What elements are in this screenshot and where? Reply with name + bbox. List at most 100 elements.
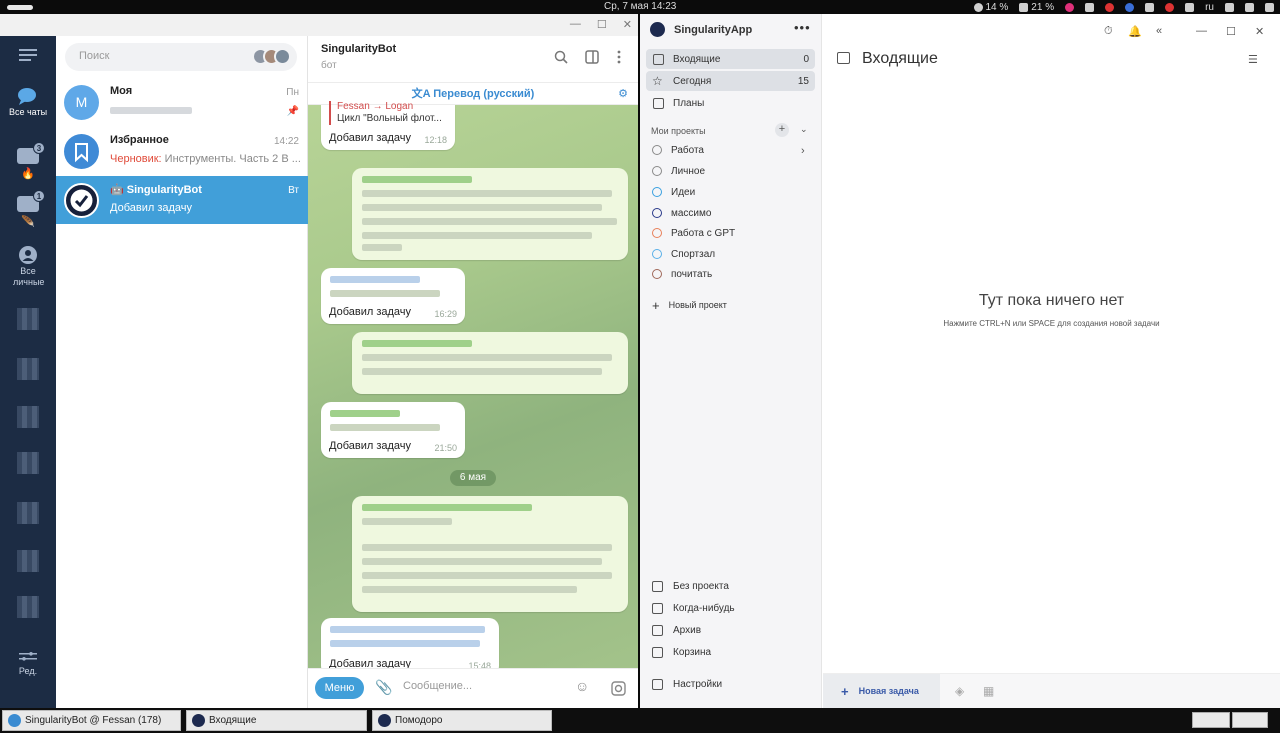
chevron-right-icon[interactable]: › [801, 145, 805, 157]
bot-menu-button[interactable]: Меню [315, 677, 364, 699]
folder-item-blurred[interactable] [17, 358, 39, 380]
workspace-switcher-2[interactable] [1232, 712, 1268, 728]
project-item[interactable]: массимо [652, 208, 711, 219]
chat-row-moya[interactable]: M Моя Пн 📌 [56, 78, 308, 126]
folder-item-blurred[interactable] [17, 550, 39, 572]
message-bubble[interactable]: Добавил задачу 16:29 [321, 268, 465, 324]
sliders-icon [19, 652, 37, 661]
project-item[interactable]: Работа с GPT [652, 228, 735, 239]
folder-item-blurred[interactable] [17, 308, 39, 330]
nav-inbox[interactable]: Входящие 0 [646, 49, 815, 69]
sidebar-toggle-icon[interactable] [585, 50, 599, 64]
taskbar-item-telegram[interactable]: SingularityBot @ Fessan (178) [2, 710, 181, 731]
message-bubble[interactable]: Fessan → Logan Цикл "Вольный флот... Доб… [321, 101, 455, 150]
main-menu-button[interactable] [0, 48, 56, 62]
workspace-indicator[interactable] [7, 4, 33, 10]
search-icon[interactable] [554, 50, 568, 64]
message-bubble-blurred[interactable] [352, 496, 628, 612]
folder-item-blurred[interactable] [17, 502, 39, 524]
system-top-bar: Ср, 7 мая 14:23 14 % 21 % ru [0, 0, 1280, 14]
calendar-icon[interactable]: ▦ [983, 684, 994, 698]
chat-name-text: SingularityBot [126, 184, 202, 196]
quote-author: Fessan → Logan [337, 101, 414, 112]
folder-item-1[interactable]: 3 🔥 [0, 142, 56, 180]
close-icon[interactable]: ✕ [623, 18, 632, 31]
battery-2[interactable]: 21 % [1019, 2, 1054, 13]
folder-item-blurred[interactable] [17, 452, 39, 474]
project-item[interactable]: Работа [652, 145, 704, 156]
volume-icon[interactable] [1245, 2, 1254, 12]
maximize-icon[interactable]: ☐ [597, 18, 607, 31]
bell-icon[interactable]: 🔔 [1128, 25, 1142, 38]
chat-row-singularitybot[interactable]: 🤖 SingularityBot Вт Добавил задачу [56, 176, 308, 224]
filter-icon[interactable]: ☰ [1248, 53, 1258, 66]
more-menu-icon[interactable]: ••• [794, 20, 811, 35]
taskbar-item-pomodoro[interactable]: Помодоро [372, 710, 552, 731]
folder-all-chats-label: Все чаты [8, 107, 48, 117]
maximize-icon[interactable]: ☐ [1226, 25, 1236, 38]
nav-today[interactable]: ☆ Сегодня 15 [646, 71, 815, 91]
nav-trash[interactable]: Корзина [652, 647, 711, 658]
folder-item-blurred[interactable] [17, 406, 39, 428]
translate-settings-icon[interactable]: ⚙ [618, 83, 628, 105]
telegram-tray-icon[interactable] [1085, 2, 1095, 12]
new-task-button[interactable]: + Новая задача [823, 674, 940, 709]
tray-app-icon[interactable] [1145, 2, 1155, 12]
message-time: 12:18 [424, 135, 447, 145]
search-input[interactable]: Поиск [65, 43, 297, 71]
project-item[interactable]: Идеи [652, 187, 695, 198]
project-label: Идеи [671, 187, 696, 198]
taskbar-item-inbox[interactable]: Входящие [186, 710, 367, 731]
collapse-projects-icon[interactable]: ⌄ [800, 124, 808, 135]
emoji-icon[interactable]: ☺ [575, 678, 589, 694]
project-item[interactable]: Личное [652, 166, 705, 177]
stories-avatars[interactable] [252, 48, 291, 65]
more-vertical-icon[interactable] [612, 50, 626, 64]
power-icon[interactable] [1265, 2, 1274, 12]
folder-item-2[interactable]: 1 🪶 [0, 190, 56, 228]
folder-rail: Все чаты 3 🔥 1 🪶 Все личные Ред. [0, 36, 56, 708]
tray-app-icon[interactable] [1105, 2, 1115, 12]
camera-icon[interactable] [611, 681, 626, 696]
project-item[interactable]: Спортзал [652, 249, 715, 260]
workspace-switcher-1[interactable] [1192, 712, 1230, 728]
layers-icon[interactable]: ◈ [955, 684, 964, 698]
nav-no-project[interactable]: Без проекта [652, 581, 729, 592]
keyboard-layout[interactable]: ru [1205, 2, 1214, 13]
nav-someday[interactable]: Когда-нибудь [652, 603, 735, 614]
message-time: 21:50 [434, 443, 457, 453]
tray-app-icon[interactable] [1065, 2, 1075, 12]
plus-icon: + [652, 298, 660, 313]
nav-archive[interactable]: Архив [652, 625, 701, 636]
minimize-icon[interactable]: — [1196, 25, 1207, 37]
folder-item-blurred[interactable] [17, 596, 39, 618]
new-project-button[interactable]: + Новый проект [652, 298, 727, 313]
minimize-icon[interactable]: — [570, 18, 581, 31]
clipboard-icon[interactable] [1185, 2, 1195, 12]
attach-icon[interactable]: 📎 [375, 679, 392, 696]
folder-all-chats[interactable]: Все чаты [0, 86, 56, 117]
wifi-icon[interactable] [1225, 2, 1234, 12]
chat-header[interactable]: SingularityBot бот [308, 36, 638, 83]
message-bubble-blurred[interactable] [352, 332, 628, 394]
nav-plans[interactable]: Планы [646, 93, 815, 113]
singularity-icon [192, 714, 205, 727]
message-bubble-blurred[interactable] [352, 168, 628, 260]
app-name: SingularityApp [674, 24, 753, 36]
tray-app-icon[interactable] [1165, 2, 1175, 12]
singularity-tray-icon[interactable] [1125, 2, 1135, 12]
add-project-icon[interactable]: + [775, 123, 789, 137]
message-input[interactable]: Сообщение... [403, 680, 472, 692]
close-icon[interactable]: ✕ [1255, 25, 1264, 38]
collapse-sidebar-icon[interactable]: « [1156, 25, 1162, 37]
system-clock[interactable]: Ср, 7 мая 14:23 [604, 1, 676, 12]
edit-folders-button[interactable]: Ред. [0, 652, 56, 676]
project-item[interactable]: почитать [652, 269, 712, 280]
timer-icon[interactable]: ⏱ [1104, 25, 1113, 38]
chat-row-saved[interactable]: Избранное 14:22 Черновик: Инструменты. Ч… [56, 127, 308, 175]
inbox-icon [837, 52, 850, 64]
message-bubble[interactable]: Добавил задачу 21:50 [321, 402, 465, 458]
battery-1[interactable]: 14 % [973, 2, 1008, 13]
folder-all-personal[interactable]: Все личные [0, 246, 56, 288]
nav-settings[interactable]: Настройки [652, 679, 722, 690]
